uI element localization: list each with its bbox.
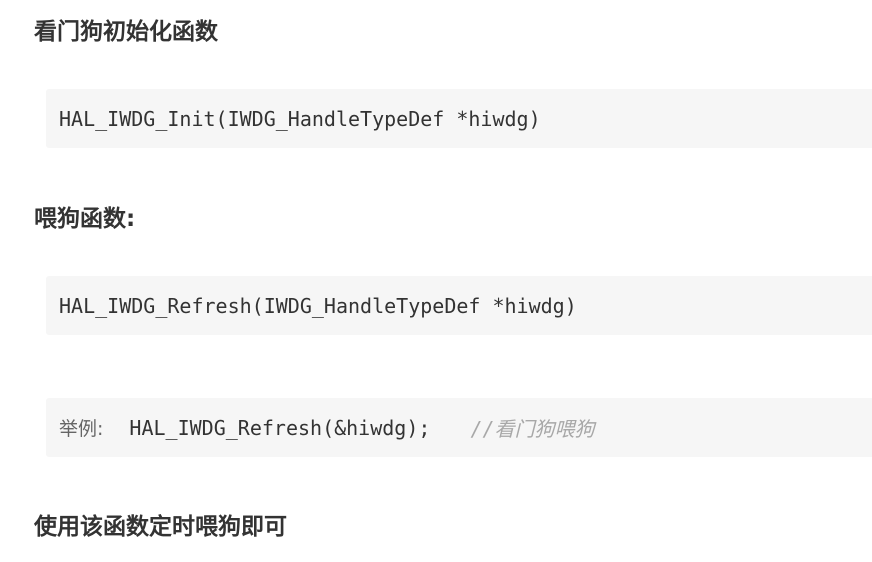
refresh-code: HAL_IWDG_Refresh(IWDG_HandleTypeDef *hiw… (59, 293, 577, 318)
refresh-function-heading: 喂狗函数: (34, 206, 136, 232)
init-function-heading: 看门狗初始化函数 (34, 19, 218, 45)
example-code: HAL_IWDG_Refresh(&hiwdg); (129, 415, 431, 440)
init-code: HAL_IWDG_Init(IWDG_HandleTypeDef *hiwdg) (59, 106, 541, 131)
init-code-block: HAL_IWDG_Init(IWDG_HandleTypeDef *hiwdg) (46, 89, 872, 148)
refresh-code-block: HAL_IWDG_Refresh(IWDG_HandleTypeDef *hiw… (46, 276, 872, 335)
example-label: 举例: (59, 418, 104, 440)
usage-note-heading: 使用该函数定时喂狗即可 (34, 514, 287, 540)
example-code-block: 举例: HAL_IWDG_Refresh(&hiwdg); //看门狗喂狗 (46, 398, 872, 457)
example-comment: //看门狗喂狗 (470, 417, 595, 441)
